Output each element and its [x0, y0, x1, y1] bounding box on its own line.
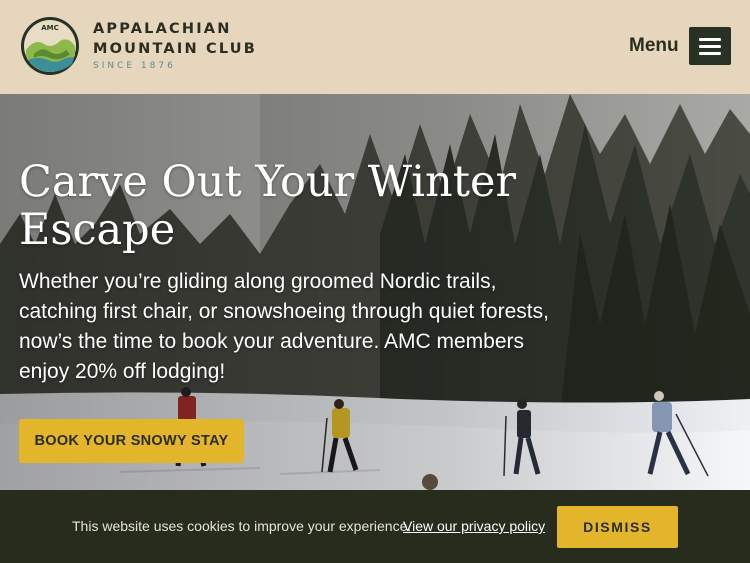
- hero-title: Carve Out Your Winter Escape: [19, 157, 517, 255]
- cookie-message: This website uses cookies to improve you…: [72, 518, 412, 534]
- hero-banner: Carve Out Your Winter Escape Whether you…: [0, 94, 750, 490]
- svg-text:AMC: AMC: [41, 24, 59, 32]
- dismiss-cookie-button[interactable]: DISMISS: [557, 506, 678, 548]
- hero-description: Whether you’re gliding along groomed Nor…: [19, 270, 549, 383]
- cookie-banner: This website uses cookies to improve you…: [0, 490, 750, 563]
- amc-logo-icon[interactable]: AMC: [20, 16, 80, 76]
- hamburger-icon: [699, 38, 721, 41]
- org-name[interactable]: APPALACHIAN MOUNTAIN CLUB: [93, 19, 257, 59]
- hamburger-icon-bar: [699, 52, 721, 55]
- org-name-line1: APPALACHIAN: [93, 21, 232, 37]
- hamburger-icon-bar: [699, 45, 721, 48]
- org-name-line2: MOUNTAIN CLUB: [93, 41, 258, 57]
- menu-label[interactable]: Menu: [629, 35, 679, 57]
- site-header: AMC APPALACHIAN MOUNTAIN CLUB SINCE 1876…: [0, 0, 750, 94]
- privacy-policy-link[interactable]: View our privacy policy: [403, 518, 545, 534]
- since-tagline: SINCE 1876: [93, 61, 176, 71]
- menu-button[interactable]: [689, 27, 731, 65]
- book-snowy-stay-button[interactable]: BOOK YOUR SNOWY STAY: [19, 419, 244, 463]
